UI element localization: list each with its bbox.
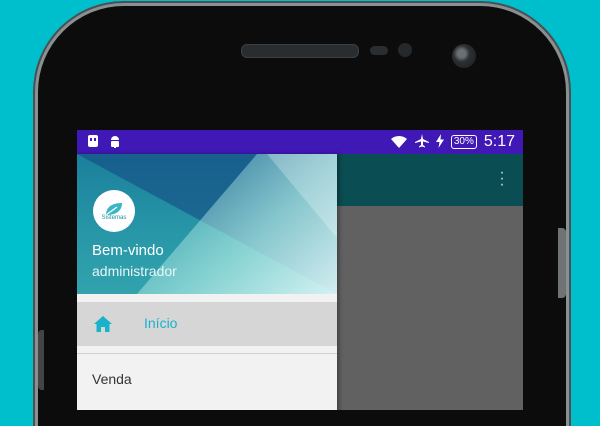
status-bar: 30% 5:17 (77, 130, 523, 154)
navigation-drawer: Sistemas Bem-vindo administrador Início … (77, 154, 337, 410)
light-sensor (398, 43, 412, 57)
drawer-header: Sistemas Bem-vindo administrador (77, 154, 337, 294)
proximity-sensor (370, 46, 388, 55)
status-clock: 5:17 (483, 133, 515, 150)
volume-button (38, 330, 44, 390)
more-vert-icon[interactable]: · · · (499, 165, 505, 193)
earpiece-speaker (241, 44, 359, 58)
username-text: administrador (92, 263, 177, 279)
menu-divider (77, 353, 337, 354)
welcome-text: Bem-vindo (92, 242, 164, 259)
menu-item-label: Início (144, 315, 178, 331)
front-camera (452, 44, 476, 68)
home-icon (94, 316, 112, 332)
airplane-icon (414, 133, 429, 151)
avatar[interactable]: Sistemas (93, 190, 135, 232)
phone-screen: 30% 5:17 · · · Sistemas Bem-vindo administ… (77, 130, 523, 410)
menu-item-label: Venda (92, 371, 132, 387)
battery-indicator: 30% (450, 135, 477, 149)
menu-item-inicio[interactable]: Início (77, 302, 337, 346)
wifi-icon (390, 134, 408, 151)
menu-item-venda[interactable]: Venda (77, 358, 337, 398)
android-icon (109, 134, 121, 151)
power-button (558, 228, 566, 298)
avatar-logo-text: Sistemas (101, 215, 127, 221)
usb-icon (87, 134, 99, 151)
charging-icon (435, 133, 444, 151)
